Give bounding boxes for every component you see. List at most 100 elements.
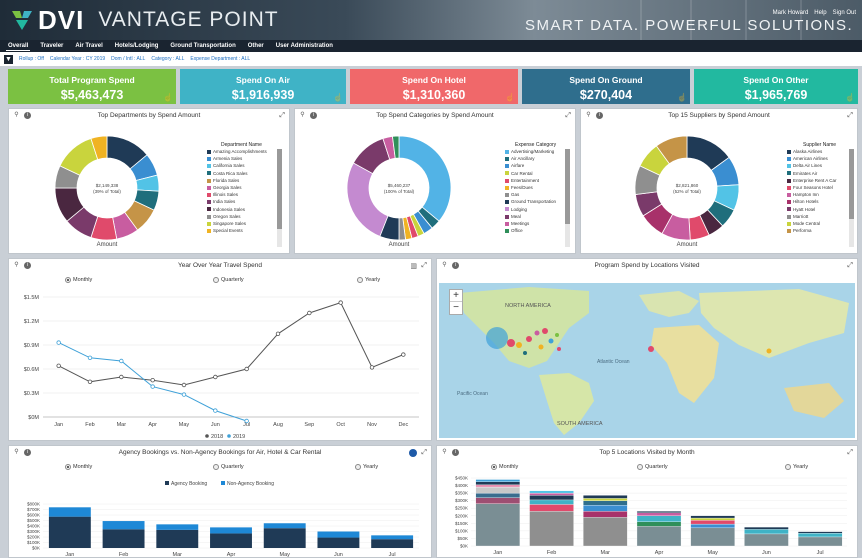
donut-axis-label: Amount xyxy=(97,242,118,248)
legend-item[interactable]: Hilton Hotels xyxy=(787,198,837,205)
user-name-link[interactable]: Mark Howard xyxy=(773,10,809,16)
legend-item[interactable]: Alaska Airlines xyxy=(787,148,837,155)
radio-quarterly[interactable]: Quarterly xyxy=(213,464,244,470)
expand-icon[interactable]: ⤢ xyxy=(421,262,427,270)
legend-item[interactable]: Enterprise Rent A Car xyxy=(787,177,837,184)
legend-item[interactable]: Special Events xyxy=(207,227,267,234)
legend-item[interactable]: Entertainment xyxy=(505,177,556,184)
legend-scrollbar[interactable] xyxy=(277,149,282,247)
legend-item[interactable]: Marriott xyxy=(787,213,837,220)
legend-item[interactable]: Meetings xyxy=(505,220,556,227)
legend-item[interactable]: Emirates Air xyxy=(787,170,837,177)
legend-item[interactable]: Indonesia Sales xyxy=(207,206,267,213)
legend-item[interactable]: Air Ancillary xyxy=(505,155,556,162)
tab-hotels-lodging[interactable]: Hotels/Lodging xyxy=(113,42,161,50)
filter-calendar-year[interactable]: Calendar Year : CY 2019 xyxy=(50,56,105,62)
legend-item[interactable]: Costa Rica Sales xyxy=(207,170,267,177)
legend-item[interactable]: Amazing Accomplishments xyxy=(207,148,267,155)
line-chart-yoy[interactable]: $0M $0.3M $0.6M $0.9M $1.2M $1.5M Jan Feb Mar Apr… xyxy=(9,287,431,439)
filter-icon[interactable]: ▼ xyxy=(4,54,13,64)
legend-item[interactable]: Airfare xyxy=(505,162,556,169)
tab-air-travel[interactable]: Air Travel xyxy=(73,42,104,50)
expand-icon[interactable]: ⤢ xyxy=(565,112,571,120)
share-icon[interactable] xyxy=(409,449,417,457)
kpi-spend-on-other[interactable]: Spend On Other $1,965,769 ☝ xyxy=(694,69,858,104)
legend-item[interactable]: Ground Transportation xyxy=(505,198,556,205)
legend-item[interactable]: Office xyxy=(505,227,556,234)
legend-swatch xyxy=(505,193,509,198)
legend-item[interactable]: Meal xyxy=(505,213,556,220)
legend-item[interactable]: Car Rental xyxy=(505,170,556,177)
legend-item[interactable]: Advertising/Marketing xyxy=(505,148,556,155)
help-link[interactable]: Help xyxy=(814,10,826,16)
filter-expense-department[interactable]: Expense Department : ALL xyxy=(190,56,250,62)
kpi-spend-on-hotel[interactable]: Spend On Hotel $1,310,360 ☝ xyxy=(350,69,518,104)
bar-segment xyxy=(529,492,574,496)
legend-item[interactable]: Oregon Sales xyxy=(207,213,267,220)
filter-rollup[interactable]: Rollup : Off xyxy=(19,56,44,62)
filter-dom-intl[interactable]: Dom / Intl : ALL xyxy=(111,56,145,62)
legend-item[interactable]: Hampton Inn xyxy=(787,191,837,198)
legend-scrollbar[interactable] xyxy=(849,149,854,247)
legend-item[interactable]: Hyatt Hotel xyxy=(787,206,837,213)
tab-traveler[interactable]: Traveler xyxy=(38,42,65,50)
radio-quarterly[interactable]: Quarterly xyxy=(213,277,244,283)
x-tick-label: May xyxy=(280,552,291,558)
kpi-spend-on-ground[interactable]: Spend On Ground $270,404 ☝ xyxy=(522,69,690,104)
expand-icon[interactable]: ⤢ xyxy=(279,112,285,120)
radio-yearly[interactable]: Yearly xyxy=(355,464,378,470)
legend-item[interactable]: Florida Sales xyxy=(207,177,267,184)
radio-monthly[interactable]: Monthly xyxy=(65,464,92,470)
panel-title: Top 5 Locations Visited by Month xyxy=(599,449,695,456)
radio-yearly[interactable]: Yearly xyxy=(785,464,808,470)
sign-out-link[interactable]: Sign Out xyxy=(833,10,856,16)
radio-quarterly[interactable]: Quarterly xyxy=(637,464,668,470)
legend-item[interactable]: Singapore Sales xyxy=(207,220,267,227)
kpi-total-program-spend[interactable]: Total Program Spend $5,463,473 ☝ xyxy=(8,69,176,104)
donut-chart-categories[interactable]: $5,460,237 (100% of Total) Amount xyxy=(341,129,461,251)
legend-swatch xyxy=(207,207,211,212)
legend-scrollbar[interactable] xyxy=(565,149,570,247)
legend-item[interactable]: California Sales xyxy=(207,162,267,169)
legend-item[interactable]: India Sales xyxy=(207,198,267,205)
legend-label: Fees/Dues xyxy=(511,185,533,191)
stacked-bar-chart-top5[interactable]: $0K $50K $100K $150K $200K $250K $300K $350K $40… xyxy=(437,474,857,558)
world-map[interactable]: NORTH AMERICA SOUTH AMERICA Pacific Ocea… xyxy=(439,283,855,438)
bar-chart-agency[interactable]: $0K$100K$200K$300K$400K$500K$600K$700K$8… xyxy=(9,474,431,558)
expand-icon[interactable]: ⤢ xyxy=(847,262,853,270)
radio-monthly[interactable]: Monthly xyxy=(65,277,92,283)
radio-yearly[interactable]: Yearly xyxy=(357,277,380,283)
legend-item[interactable]: Gas xyxy=(505,191,556,198)
bar-chart-icon[interactable]: ▥ xyxy=(410,262,417,270)
expand-icon[interactable]: ⤢ xyxy=(421,449,427,457)
map-label-north-america: NORTH AMERICA xyxy=(505,303,551,309)
legend-item[interactable]: Illinois Sales xyxy=(207,191,267,198)
legend-swatch xyxy=(505,207,509,212)
kpi-spend-on-air[interactable]: Spend On Air $1,916,939 ☝ xyxy=(180,69,346,104)
tab-ground-transportation[interactable]: Ground Transportation xyxy=(168,42,237,50)
filter-category[interactable]: Category : ALL xyxy=(151,56,184,62)
logo[interactable]: DVI VANTAGE POINT xyxy=(10,5,279,35)
legend-swatch xyxy=(505,229,509,234)
donut-chart-suppliers[interactable]: $2,821,860 (52% of Total) Amount xyxy=(629,129,749,251)
zoom-out-button[interactable]: − xyxy=(450,302,462,314)
legend-item[interactable]: Fees/Dues xyxy=(505,184,556,191)
legend-label: Meal xyxy=(511,213,521,219)
tab-overall[interactable]: Overall xyxy=(6,42,31,51)
legend-swatch xyxy=(207,157,211,162)
legend-item[interactable]: Performa xyxy=(787,227,837,234)
legend-item[interactable]: Delta Air Lines xyxy=(787,162,837,169)
zoom-in-button[interactable]: + xyxy=(450,290,462,302)
legend-item[interactable]: Armenia Sales xyxy=(207,155,267,162)
expand-icon[interactable]: ⤢ xyxy=(847,449,853,457)
legend-item[interactable]: Lodging xyxy=(505,206,556,213)
tab-user-administration[interactable]: User Administration xyxy=(274,42,335,50)
legend-item[interactable]: Georgia Sales xyxy=(207,184,267,191)
legend-item[interactable]: American Airlines xyxy=(787,155,837,162)
legend-item[interactable]: Mode Central xyxy=(787,220,837,227)
donut-chart-departments[interactable]: $2,149,338 (39% of Total) Amount xyxy=(49,129,169,251)
legend-item[interactable]: Four Seasons Hotel xyxy=(787,184,837,191)
expand-icon[interactable]: ⤢ xyxy=(847,112,853,120)
tab-other[interactable]: Other xyxy=(246,42,266,50)
radio-monthly[interactable]: Monthly xyxy=(491,464,518,470)
